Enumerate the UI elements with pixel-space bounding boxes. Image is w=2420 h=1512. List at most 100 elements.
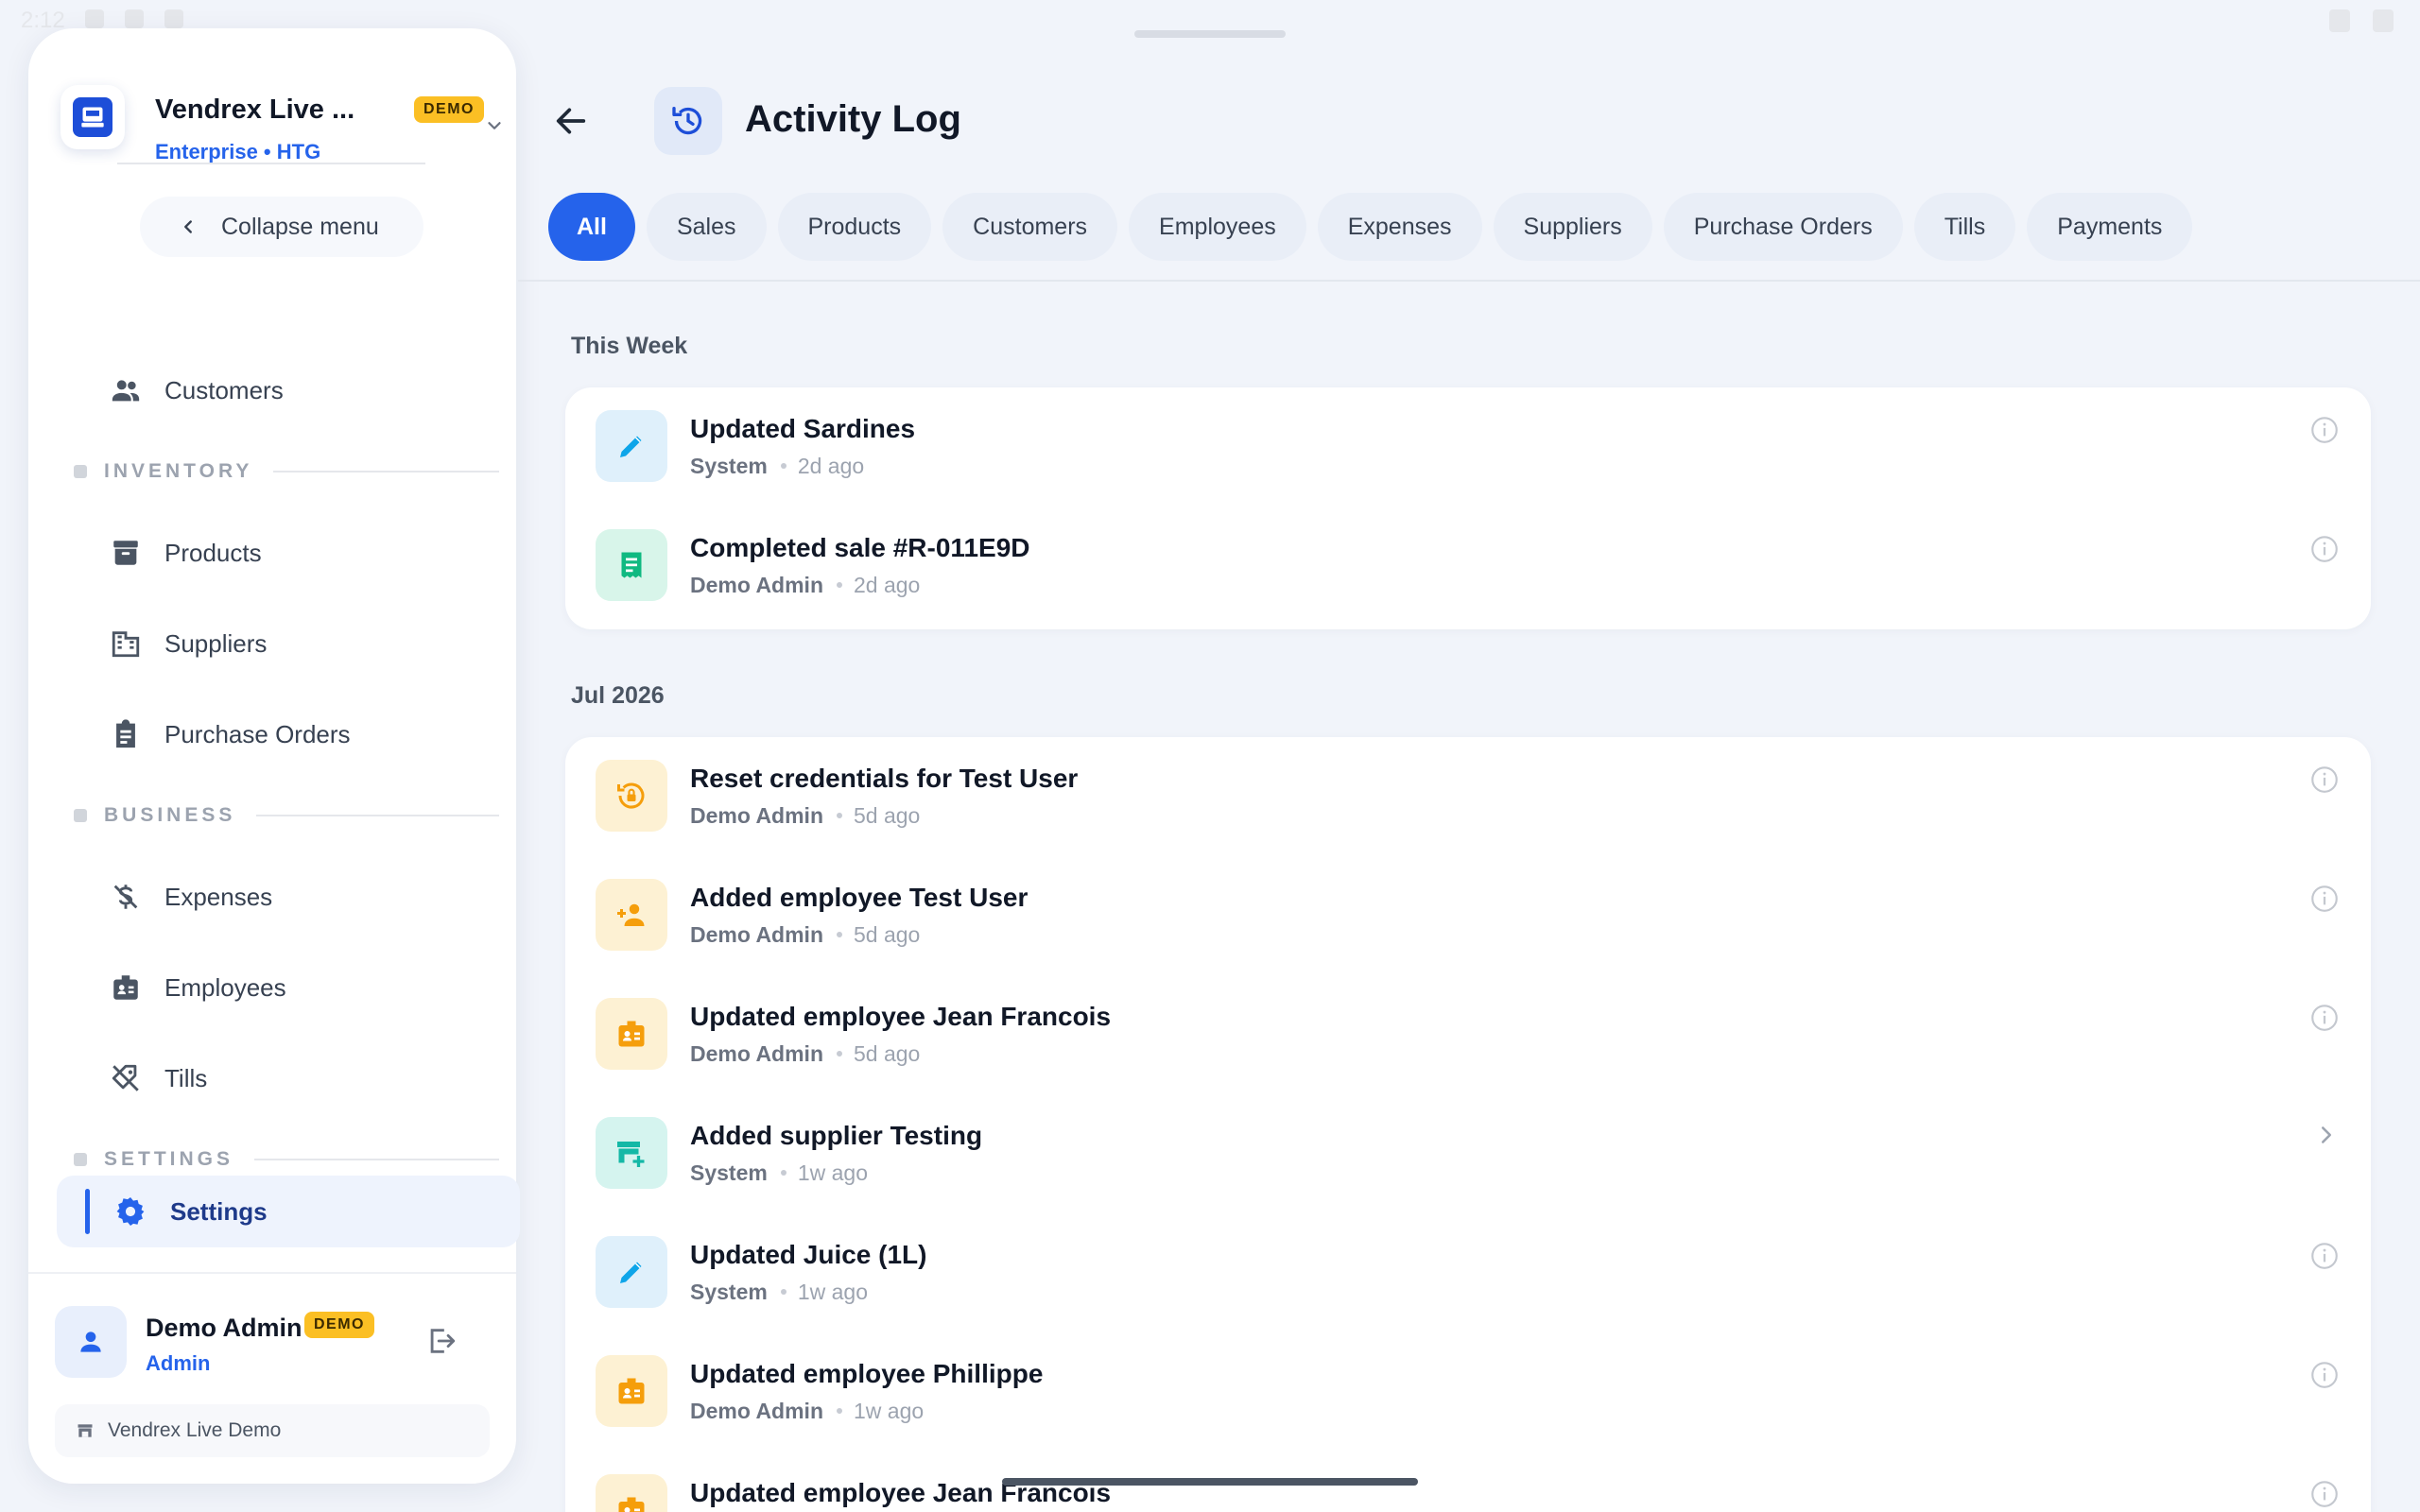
activity-row[interactable]: Reset credentials for Test User Demo Adm… (565, 737, 2371, 856)
info-icon[interactable] (2308, 1359, 2341, 1396)
store-name: Vendrex Live ... (155, 94, 355, 125)
section-label: INVENTORY (104, 460, 253, 482)
chevron-right-icon[interactable] (2312, 1121, 2341, 1154)
tab-all[interactable]: All (548, 193, 635, 261)
divider (28, 1272, 516, 1274)
lock-reset-icon (596, 760, 667, 832)
activity-title: Added employee Test User (690, 883, 1028, 912)
chevron-down-icon[interactable] (484, 115, 505, 136)
badge-icon (596, 998, 667, 1070)
brand-logo (60, 85, 125, 149)
activity-meta: Demo Admin 2d ago (690, 573, 920, 598)
money-off-icon (113, 885, 138, 909)
activity-time: 5d ago (854, 803, 921, 828)
tab-employees[interactable]: Employees (1129, 193, 1306, 261)
tab-customers[interactable]: Customers (942, 193, 1118, 261)
sidebar-item-customers[interactable]: Customers (76, 357, 492, 423)
tab-sales[interactable]: Sales (646, 193, 767, 261)
activity-title: Updated Juice (1L) (690, 1240, 927, 1269)
sidebar-item-products[interactable]: Products (76, 520, 492, 586)
sidebar-item-employees[interactable]: Employees (76, 954, 492, 1021)
main-content: Activity Log All Sales Products Customers Em… (518, 0, 2420, 1512)
activity-row[interactable]: Updated Juice (1L) System 1w ago (565, 1213, 2371, 1332)
current-store: Vendrex Live Demo (55, 1404, 490, 1457)
activity-title: Completed sale #R-011E9D (690, 533, 1030, 562)
home-indicator[interactable] (1002, 1478, 1418, 1486)
activity-meta: System 1w ago (690, 1160, 868, 1186)
demo-badge: DEMO (304, 1312, 374, 1338)
tab-payments[interactable]: Payments (2027, 193, 2193, 261)
sidebar-item-label: Employees (164, 972, 286, 1002)
section-label: BUSINESS (104, 804, 236, 826)
tab-products[interactable]: Products (777, 193, 932, 261)
sidebar-item-label: Settings (170, 1196, 268, 1226)
clipboard-icon (164, 9, 183, 28)
activity-meta: Demo Admin 5d ago (690, 1041, 920, 1067)
activity-actor: System (690, 1160, 768, 1185)
sidebar-item-settings[interactable]: Settings (57, 1176, 520, 1247)
store-add-icon (596, 1117, 667, 1189)
info-icon[interactable] (2308, 414, 2341, 451)
activity-actor: System (690, 454, 768, 478)
activity-time: 5d ago (854, 922, 921, 947)
section-settings: SETTINGS (74, 1145, 499, 1174)
sidebar-item-purchase-orders[interactable]: Purchase Orders (76, 701, 492, 767)
tab-expenses[interactable]: Expenses (1317, 193, 1482, 261)
info-icon[interactable] (2308, 1002, 2341, 1039)
history-icon (672, 107, 702, 135)
arrow-left-icon (556, 108, 586, 134)
section-title: Jul 2026 (571, 682, 665, 709)
building-icon (112, 631, 140, 658)
sidebar-item-label: Expenses (164, 882, 273, 911)
tab-suppliers[interactable]: Suppliers (1493, 193, 1652, 261)
sidebar-item-expenses[interactable]: Expenses (76, 864, 492, 930)
activity-meta: System 1w ago (690, 1280, 868, 1305)
collapse-menu-button[interactable]: Collapse menu (140, 197, 424, 257)
store-switcher[interactable]: Vendrex Live ... DEMO Enterprise • HTG (60, 66, 501, 163)
brand-divider (117, 163, 425, 164)
info-icon[interactable] (2308, 1478, 2341, 1512)
activity-row[interactable]: Added employee Test User Demo Admin 5d ag… (565, 856, 2371, 975)
activity-row[interactable]: Updated employee Jean Francois Demo Admi… (565, 1452, 2371, 1512)
activity-time: 5d ago (854, 1041, 921, 1066)
info-icon[interactable] (2308, 764, 2341, 800)
activity-row[interactable]: Updated employee Phillippe Demo Admin 1w … (565, 1332, 2371, 1452)
back-button[interactable] (552, 102, 590, 145)
tag-off-icon (112, 1064, 139, 1091)
logout-button[interactable] (425, 1325, 458, 1362)
activity-time: 1w ago (797, 1160, 868, 1185)
activity-row[interactable]: Added supplier Testing System 1w ago (565, 1094, 2371, 1213)
activity-time: 2d ago (797, 454, 865, 478)
tab-purchase-orders[interactable]: Purchase Orders (1663, 193, 1903, 261)
title-icon (654, 87, 722, 155)
activity-actor: System (690, 1280, 768, 1304)
activity-meta: System 2d ago (690, 454, 864, 479)
sidebar-item-suppliers[interactable]: Suppliers (76, 610, 492, 677)
store-icon (78, 1424, 93, 1437)
sidebar-item-tills[interactable]: Tills (76, 1045, 492, 1111)
activity-row[interactable]: Completed sale #R-011E9D Demo Admin 2d ag… (565, 507, 2371, 626)
gear-icon (116, 1197, 145, 1226)
info-icon[interactable] (2308, 883, 2341, 919)
badge-icon (596, 1474, 667, 1512)
sync-icon (85, 9, 104, 28)
register-icon (81, 107, 104, 128)
section-business: BUSINESS (74, 801, 499, 830)
activity-row[interactable]: Updated Sardines System 2d ago (565, 387, 2371, 507)
store-name: Vendrex Live Demo (108, 1419, 282, 1441)
person-add-icon (596, 879, 667, 951)
sidebar: Vendrex Live ... DEMO Enterprise • HTG C… (28, 28, 520, 1484)
tab-tills[interactable]: Tills (1913, 193, 2016, 261)
activity-actor: Demo Admin (690, 573, 823, 597)
info-icon[interactable] (2308, 533, 2341, 570)
activity-time: 1w ago (854, 1399, 925, 1423)
activity-actor: Demo Admin (690, 1041, 823, 1066)
badge-icon (596, 1355, 667, 1427)
info-icon[interactable] (2308, 1240, 2341, 1277)
receipt-icon (596, 529, 667, 601)
activity-actor: Demo Admin (690, 922, 823, 947)
archive-box-icon (113, 541, 138, 565)
clipboard-list-icon (116, 719, 135, 748)
avatar[interactable] (55, 1306, 127, 1378)
activity-row[interactable]: Updated employee Jean Francois Demo Admi… (565, 975, 2371, 1094)
